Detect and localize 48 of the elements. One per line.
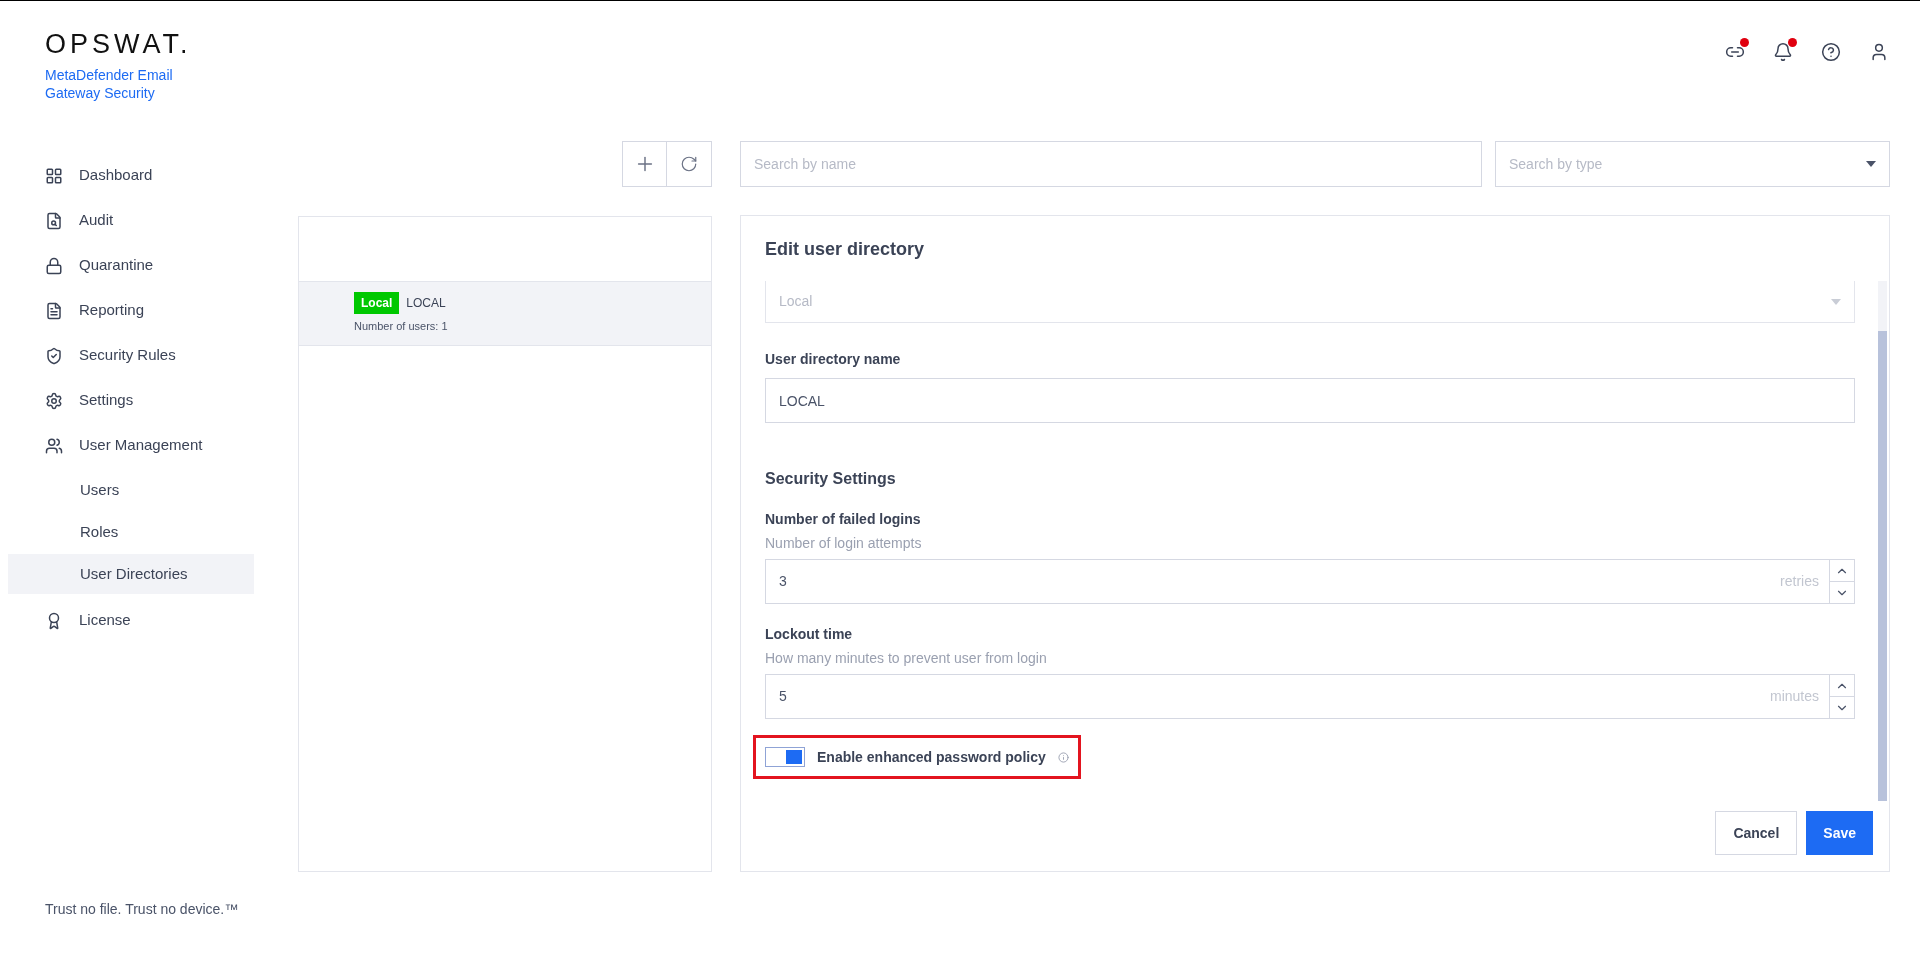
caret-icon — [1831, 298, 1841, 305]
lock-icon — [45, 256, 63, 275]
settings-icon — [45, 391, 63, 410]
field-label: Number of failed logins — [765, 510, 922, 529]
product-name: MetaDefender Email Gateway Security — [45, 66, 174, 102]
save-button[interactable]: Save — [1806, 811, 1873, 855]
field-hint: How many minutes to prevent user from login — [765, 649, 1048, 668]
sidebar-item[interactable]: User Management — [8, 423, 254, 468]
document-icon — [45, 301, 63, 320]
sidebar-subitem[interactable]: Roles — [8, 512, 254, 552]
directory-name-field[interactable]: LOCAL — [765, 378, 1855, 423]
sidebar-item[interactable]: Quarantine — [8, 243, 254, 288]
toggle-switch[interactable] — [765, 747, 805, 767]
type-tag: Local — [354, 292, 400, 315]
search-name-field[interactable]: Search by name — [740, 141, 1482, 187]
sidebar-item[interactable]: Security Rules — [8, 333, 254, 378]
sidebar-item[interactable]: Dashboard — [8, 153, 254, 198]
toggle-label: Enable enhanced password policy — [817, 747, 1046, 767]
bell-icon[interactable] — [1772, 41, 1794, 63]
sidebar-item[interactable]: Settings — [8, 378, 254, 423]
user-count: Number of users: 1 — [354, 319, 449, 335]
caret-icon — [1866, 161, 1876, 167]
logo: OPSWAT. — [45, 31, 193, 58]
cancel-button[interactable]: Cancel — [1715, 811, 1798, 855]
number-field[interactable]: 5 minutes — [765, 674, 1855, 719]
section-title: Security Settings — [765, 469, 897, 489]
sidebar-item[interactable]: Audit — [8, 198, 254, 243]
form-title: Edit user directory — [765, 238, 926, 261]
help-icon[interactable] — [1820, 41, 1842, 63]
unit-label: retries — [1780, 572, 1820, 591]
number-field[interactable]: 3 retries — [765, 559, 1855, 604]
document-search-icon — [45, 211, 63, 230]
refresh-icon — [680, 155, 698, 173]
users-icon — [45, 436, 63, 455]
sidebar-item[interactable]: License — [8, 598, 254, 643]
sidebar-item[interactable]: Reporting — [8, 288, 254, 333]
sidebar-subitem[interactable]: User Directories — [8, 554, 254, 594]
directory-name: LOCAL — [406, 295, 446, 313]
unit-label: minutes — [1769, 687, 1820, 706]
sidebar-subitem[interactable]: Users — [8, 470, 254, 510]
directory-row[interactable]: Local LOCAL Number of users: 1 — [299, 281, 711, 346]
shield-check-icon — [45, 346, 63, 365]
info-icon — [1057, 751, 1069, 763]
field-label: Lockout time — [765, 625, 854, 644]
field-hint: Number of login attempts — [765, 534, 923, 553]
field-label: User directory name — [765, 350, 902, 369]
grid-icon — [45, 166, 63, 185]
tagline: Trust no file. Trust no device.™ — [44, 900, 240, 919]
